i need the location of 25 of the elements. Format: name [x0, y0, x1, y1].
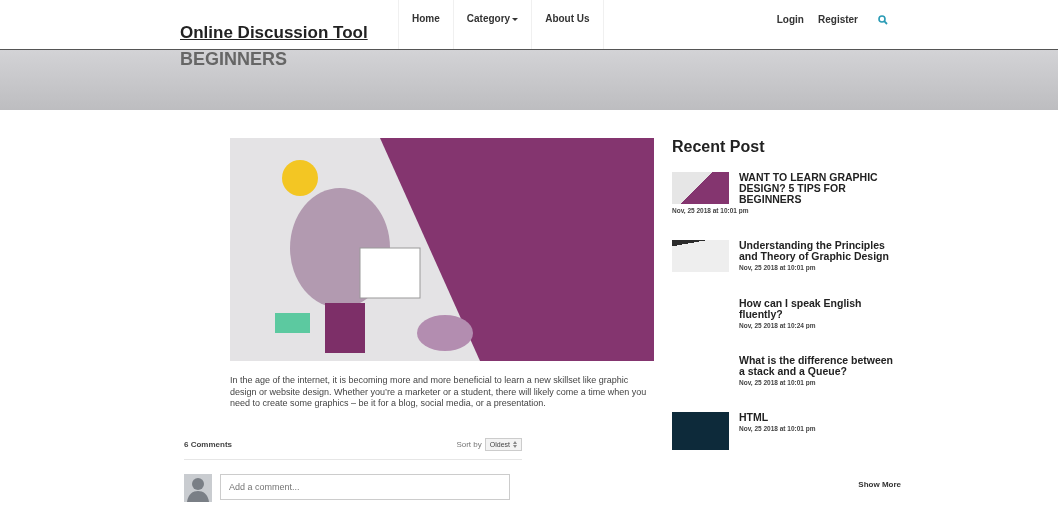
nav-link[interactable]: Home	[398, 0, 453, 49]
comment-count: 6 Comments	[184, 439, 232, 449]
show-more-link[interactable]: Show More	[672, 480, 901, 489]
post-title-link[interactable]: Understanding the Principles and Theory of Graphic Design	[672, 240, 894, 262]
post-title-link[interactable]: What is the difference between a stack and a Queue?	[672, 355, 894, 377]
account-link[interactable]: Register	[818, 14, 858, 25]
account-link[interactable]: Login	[776, 14, 804, 25]
sort-arrows-icon	[513, 440, 517, 448]
recent-post-heading: Recent Post	[672, 138, 766, 156]
search-icon[interactable]	[878, 14, 888, 25]
comment-input-field[interactable]: Add a comment...	[220, 473, 510, 500]
post-title-link[interactable]: WANT TO LEARN GRAPHIC DESIGN? 5 TIPS FOR BEGINNERS	[672, 172, 894, 205]
article-paragraph: In the age of the internet, it is becoming more and more beneficial to learn a new skillset like graphic design or website design. Whether you’re a marketer or a student, there will likely come a time when you need to create some graphics – be it for a blog, social media, or a presentation.	[230, 375, 648, 410]
nav-link[interactable]: About Us	[531, 0, 604, 49]
post-thumbnail[interactable]	[672, 172, 729, 204]
post-title-link[interactable]: HTML	[672, 412, 894, 423]
sort-label: Sort by	[456, 439, 482, 449]
caret-icon	[512, 18, 519, 21]
nav-link[interactable]: Category	[452, 0, 532, 49]
post-thumbnail[interactable]	[672, 412, 729, 450]
avatar-silhouette	[184, 473, 212, 502]
post-title-link[interactable]: How can I speak English fluently?	[672, 298, 894, 320]
site-title-link[interactable]: Online Discussion Tool	[180, 23, 398, 43]
post-thumbnail[interactable]	[672, 240, 729, 272]
banner-title: BEGINNERS	[180, 50, 288, 68]
